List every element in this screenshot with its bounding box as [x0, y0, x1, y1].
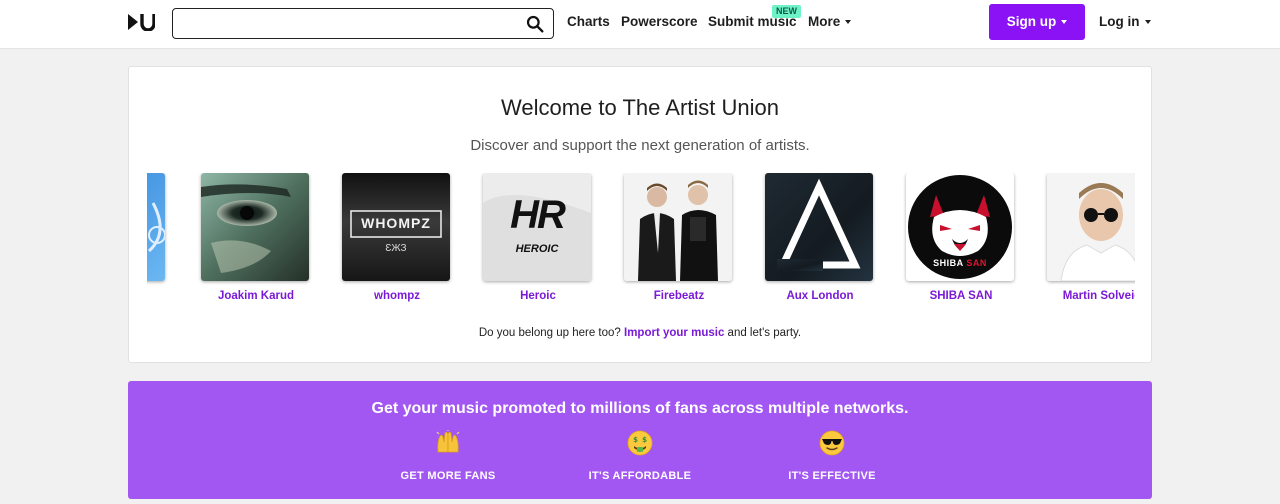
feature-label: IT'S AFFORDABLE — [588, 470, 692, 482]
welcome-title: Welcome to The Artist Union — [501, 95, 779, 120]
feature-effective: IT'S EFFECTIVE — [762, 430, 902, 482]
artist-card[interactable]: HR HEROIC Heroic — [483, 173, 593, 302]
artist-avatar — [624, 173, 732, 281]
artist-name: SHIBA SAN — [929, 290, 993, 302]
artist-card[interactable]: Joakim Karud — [201, 173, 311, 302]
search-box — [172, 8, 554, 39]
artist-name: Martin Solveig — [1062, 290, 1135, 302]
artist-logo-text: HR — [510, 193, 566, 237]
top-navbar: Charts Powerscore Submit music NEW More … — [0, 0, 1280, 49]
artist-avatar: SHIBA SAN — [906, 173, 1014, 281]
artist-name: whompz — [374, 290, 420, 302]
search-input[interactable] — [181, 13, 511, 35]
raising-hands-icon — [436, 430, 460, 453]
artist-avatar — [147, 173, 165, 281]
nav-more-dropdown[interactable]: More — [808, 14, 852, 29]
sunglasses-face-icon — [819, 430, 845, 456]
chevron-down-icon — [1061, 20, 1068, 25]
artist-card[interactable]: Aux London — [765, 173, 875, 302]
artist-avatar: WHOMPZ ƐЖЗ — [342, 173, 450, 281]
import-suffix: and let's party. — [727, 327, 802, 339]
artist-card[interactable]: SHIBA SAN SHIBA SAN — [906, 173, 1016, 302]
artist-name: ople — [147, 290, 167, 302]
artist-logo-text: WHOMPZ — [361, 215, 431, 231]
welcome-subtitle: Discover and support the next generation… — [470, 137, 810, 154]
artist-avatar — [201, 173, 309, 281]
artist-card[interactable]: ople — [147, 173, 167, 302]
promo-title: Get your music promoted to millions of f… — [371, 400, 909, 417]
login-label: Log in — [1099, 14, 1140, 29]
welcome-card: Welcome to The Artist Union Discover and… — [128, 66, 1152, 363]
feature-get-more-fans: GET MORE FANS — [378, 430, 518, 482]
artist-name: Firebeatz — [653, 290, 705, 302]
artist-name: Heroic — [520, 290, 556, 302]
artist-logo-text-1: SHIBA — [933, 258, 964, 268]
artist-avatar: HR HEROIC — [483, 173, 591, 281]
svg-text:$: $ — [642, 436, 647, 444]
nav-charts-link[interactable]: Charts — [567, 14, 610, 29]
artist-card[interactable]: Martin Solveig — [1047, 173, 1135, 302]
chevron-down-icon — [1144, 20, 1151, 25]
signup-label: Sign up — [1006, 14, 1057, 29]
artist-card[interactable]: Firebeatz — [624, 173, 734, 302]
import-music-link[interactable]: Import your music — [624, 327, 724, 339]
artist-avatar — [765, 173, 873, 281]
signup-button[interactable]: Sign up — [989, 4, 1085, 40]
money-mouth-face-icon: $ $ — [627, 430, 653, 456]
artist-name: Joakim Karud — [217, 290, 295, 302]
nav-powerscore-link[interactable]: Powerscore — [621, 14, 698, 29]
artist-carousel[interactable]: ople Joakim Karud — [147, 173, 1135, 313]
login-dropdown[interactable]: Log in — [1099, 14, 1151, 29]
promo-banner: Get your music promoted to millions of f… — [128, 381, 1152, 499]
feature-label: IT'S EFFECTIVE — [788, 470, 876, 482]
feature-affordable: $ $ IT'S AFFORDABLE — [570, 430, 710, 482]
site-logo[interactable] — [127, 13, 155, 31]
artist-avatar — [1047, 173, 1135, 281]
artist-logo-sub: HEROIC — [515, 243, 559, 255]
svg-text:$: $ — [633, 436, 638, 444]
new-badge: NEW — [772, 5, 801, 18]
artist-card[interactable]: WHOMPZ ƐЖЗ whompz — [342, 173, 452, 302]
search-icon[interactable] — [526, 15, 544, 33]
import-music-prompt: Do you belong up here too? Import your m… — [129, 327, 1151, 339]
import-prefix: Do you belong up here too? — [478, 327, 621, 339]
artist-name: Aux London — [786, 290, 854, 302]
chevron-down-icon — [845, 20, 852, 25]
artist-logo-text: SHIBA SAN — [906, 258, 1014, 268]
nav-more-label: More — [808, 14, 841, 29]
artist-logo-sub: ƐЖЗ — [385, 243, 407, 254]
feature-label: GET MORE FANS — [400, 470, 496, 482]
artist-logo-text-2: SAN — [966, 258, 987, 268]
